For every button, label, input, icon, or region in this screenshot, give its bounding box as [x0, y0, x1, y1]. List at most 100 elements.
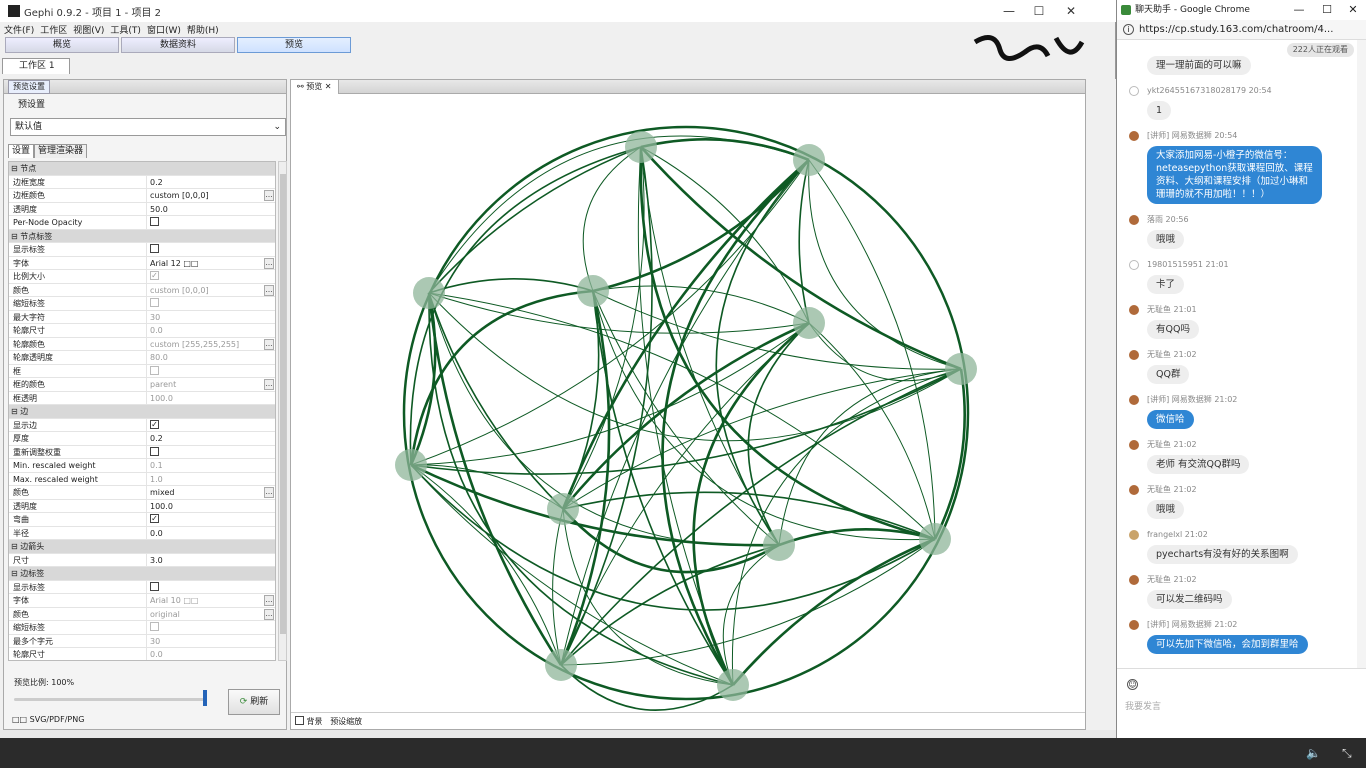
property-value[interactable]: 1.0 — [146, 472, 266, 486]
mode-preview-button[interactable]: 预览 — [237, 37, 351, 53]
property-value[interactable]: ✓ — [146, 418, 266, 432]
close-icon[interactable]: ✕ — [1056, 0, 1086, 22]
preview-tab[interactable]: ⚯ 预览 ✕ — [291, 80, 339, 94]
property-checkbox[interactable] — [150, 217, 159, 226]
property-value[interactable]: ✓ — [146, 270, 266, 283]
workspace-tab[interactable]: 工作区 1 — [2, 58, 70, 74]
chat-input[interactable]: 我要发言 — [1125, 699, 1161, 712]
property-value[interactable]: ✓ — [146, 513, 266, 526]
info-icon[interactable]: i — [1123, 24, 1134, 35]
graph-node[interactable] — [625, 131, 657, 163]
property-checkbox[interactable] — [150, 244, 159, 253]
refresh-button[interactable]: ⟳ 刷新 — [228, 689, 280, 715]
chrome-close-icon[interactable]: ✕ — [1339, 0, 1366, 20]
property-value[interactable]: original — [146, 607, 266, 621]
chat-scrollbar[interactable] — [1357, 40, 1366, 668]
ellipsis-button[interactable]: … — [264, 379, 274, 390]
graph-node[interactable] — [793, 307, 825, 339]
property-category[interactable]: ⊟ 边标签 — [9, 567, 275, 581]
property-value[interactable]: 0.0 — [146, 648, 266, 660]
url-bar[interactable]: i https://cp.study.163.com/chatroom/4... — [1117, 20, 1366, 40]
property-checkbox[interactable] — [150, 298, 159, 307]
property-value[interactable]: 0.1 — [146, 459, 266, 472]
graph-node[interactable] — [763, 529, 795, 561]
fullscreen-icon[interactable]: ⤡ — [1342, 746, 1356, 760]
ellipsis-button[interactable]: … — [264, 257, 274, 269]
property-checkbox[interactable]: ✓ — [150, 419, 159, 429]
property-category[interactable]: ⊟ 节点标签 — [9, 229, 275, 243]
property-value[interactable]: 0.0 — [146, 526, 266, 540]
minimize-icon[interactable]: — — [994, 0, 1024, 22]
property-value[interactable]: 80.0 — [146, 351, 266, 364]
property-value[interactable]: 0.0 — [146, 324, 266, 337]
graph-node[interactable] — [793, 144, 825, 176]
graph-node[interactable] — [945, 353, 977, 385]
property-checkbox[interactable] — [150, 446, 159, 456]
property-scrollbar[interactable] — [278, 161, 287, 661]
property-checkbox[interactable] — [150, 581, 159, 591]
menu-tools[interactable]: 工具(T) — [110, 23, 141, 36]
tab-settings[interactable]: 设置 — [8, 144, 35, 158]
preview-ratio-slider[interactable] — [14, 698, 204, 701]
volume-icon[interactable]: 🔈 — [1306, 746, 1321, 760]
graph-preview-canvas[interactable] — [291, 95, 1085, 712]
menu-workspace[interactable]: 工作区 — [40, 23, 67, 36]
ellipsis-button[interactable]: … — [264, 284, 274, 296]
ellipsis-button[interactable]: … — [264, 608, 274, 620]
menu-help[interactable]: 帮助(H) — [187, 23, 219, 36]
ellipsis-button[interactable]: … — [264, 338, 274, 350]
property-value[interactable]: 30 — [146, 310, 266, 324]
property-value[interactable]: parent — [146, 378, 266, 391]
graph-node[interactable] — [919, 523, 951, 555]
scrollbar-thumb[interactable] — [280, 174, 286, 634]
ellipsis-button[interactable]: … — [264, 595, 274, 606]
property-value[interactable]: custom [0,0,0] — [146, 189, 266, 202]
property-category[interactable]: ⊟ 节点 — [9, 162, 275, 176]
graph-node[interactable] — [395, 449, 427, 481]
graph-node[interactable] — [545, 649, 577, 681]
property-value[interactable]: Arial 10 □□ — [146, 594, 266, 607]
property-value[interactable]: Arial 12 □□ — [146, 256, 266, 270]
property-checkbox[interactable]: ✓ — [150, 271, 159, 280]
preset-select[interactable]: 默认值 ⌄ — [10, 118, 286, 136]
property-checkbox[interactable] — [150, 622, 159, 631]
property-value[interactable]: 0.2 — [146, 175, 266, 189]
property-value[interactable] — [146, 580, 266, 594]
property-value[interactable]: 30 — [146, 634, 266, 648]
property-checkbox[interactable] — [150, 365, 159, 375]
menu-window[interactable]: 窗口(W) — [147, 23, 181, 36]
maximize-icon[interactable]: ☐ — [1024, 0, 1054, 22]
property-value[interactable]: 3.0 — [146, 553, 266, 567]
preset-zoom-label[interactable]: 预设缩放 — [330, 717, 362, 726]
background-checkbox[interactable] — [295, 716, 304, 725]
property-value[interactable]: 50.0 — [146, 202, 266, 216]
mode-overview-button[interactable]: 概览 — [5, 37, 119, 53]
property-value[interactable]: 100.0 — [146, 391, 266, 405]
graph-node[interactable] — [547, 493, 579, 525]
menu-view[interactable]: 视图(V) — [73, 23, 104, 36]
graph-node[interactable] — [717, 669, 749, 701]
menu-file[interactable]: 文件(F) — [4, 23, 34, 36]
property-value[interactable] — [146, 243, 266, 256]
ellipsis-button[interactable]: … — [264, 487, 274, 498]
property-category[interactable]: ⊟ 边 — [9, 405, 275, 419]
property-value[interactable]: custom [255,255,255] — [146, 337, 266, 351]
export-label[interactable]: □□ SVG/PDF/PNG — [12, 715, 84, 724]
property-value[interactable]: 100.0 — [146, 499, 266, 513]
chrome-maximize-icon[interactable]: ☐ — [1313, 0, 1341, 20]
property-value[interactable] — [146, 364, 266, 378]
property-value[interactable]: 0.2 — [146, 432, 266, 445]
emoji-icon[interactable]: ☺ — [1127, 679, 1138, 690]
tab-renderers[interactable]: 管理渲染器 — [34, 144, 88, 158]
graph-node[interactable] — [577, 275, 609, 307]
chrome-minimize-icon[interactable]: — — [1285, 0, 1313, 20]
graph-node[interactable] — [413, 277, 445, 309]
property-value[interactable]: mixed — [146, 486, 266, 499]
property-value[interactable] — [146, 297, 266, 310]
property-value[interactable] — [146, 445, 266, 459]
property-category[interactable]: ⊟ 边箭头 — [9, 540, 275, 554]
property-value[interactable] — [146, 621, 266, 634]
mode-data-button[interactable]: 数据资料 — [121, 37, 235, 53]
property-value[interactable] — [146, 216, 266, 229]
ellipsis-button[interactable]: … — [264, 190, 274, 201]
